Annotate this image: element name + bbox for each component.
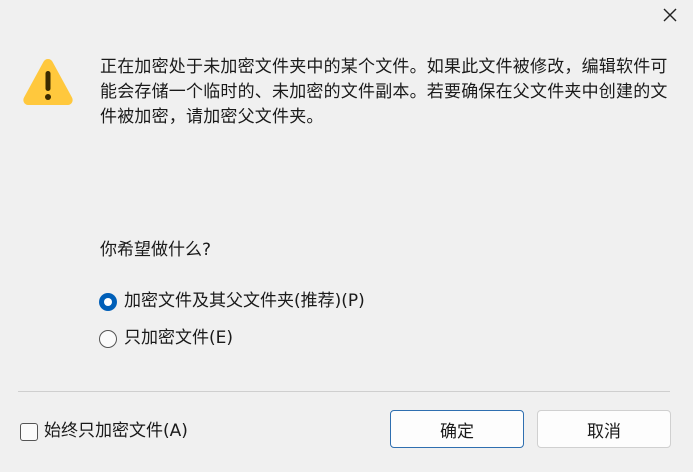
divider bbox=[18, 391, 670, 392]
close-icon bbox=[663, 8, 677, 22]
option-label: 只加密文件(E) bbox=[124, 328, 234, 348]
checkbox-label: 始终只加密文件(A) bbox=[44, 421, 188, 441]
checkbox-unchecked-icon[interactable] bbox=[20, 422, 38, 441]
radio-selected-icon[interactable] bbox=[99, 292, 117, 311]
always-encrypt-file-only-checkbox[interactable]: 始终只加密文件(A) bbox=[20, 419, 188, 444]
encryption-warning-dialog: 正在加密处于未加密文件夹中的某个文件。如果此文件被修改，编辑软件可能会存储一个临… bbox=[0, 0, 693, 472]
option-label: 加密文件及其父文件夹(推荐)(P) bbox=[124, 291, 365, 311]
option-encrypt-file-only[interactable]: 只加密文件(E) bbox=[99, 326, 233, 351]
warning-triangle-icon bbox=[23, 59, 73, 105]
cancel-button[interactable]: 取消 bbox=[537, 410, 671, 448]
dialog-message: 正在加密处于未加密文件夹中的某个文件。如果此文件被修改，编辑软件可能会存储一个临… bbox=[100, 57, 668, 127]
ok-button[interactable]: 确定 bbox=[390, 410, 524, 448]
radio-unselected-icon[interactable] bbox=[99, 329, 117, 348]
option-encrypt-file-and-parent[interactable]: 加密文件及其父文件夹(推荐)(P) bbox=[99, 289, 365, 314]
close-button[interactable] bbox=[647, 0, 693, 30]
question-label: 你希望做什么? bbox=[100, 240, 212, 260]
